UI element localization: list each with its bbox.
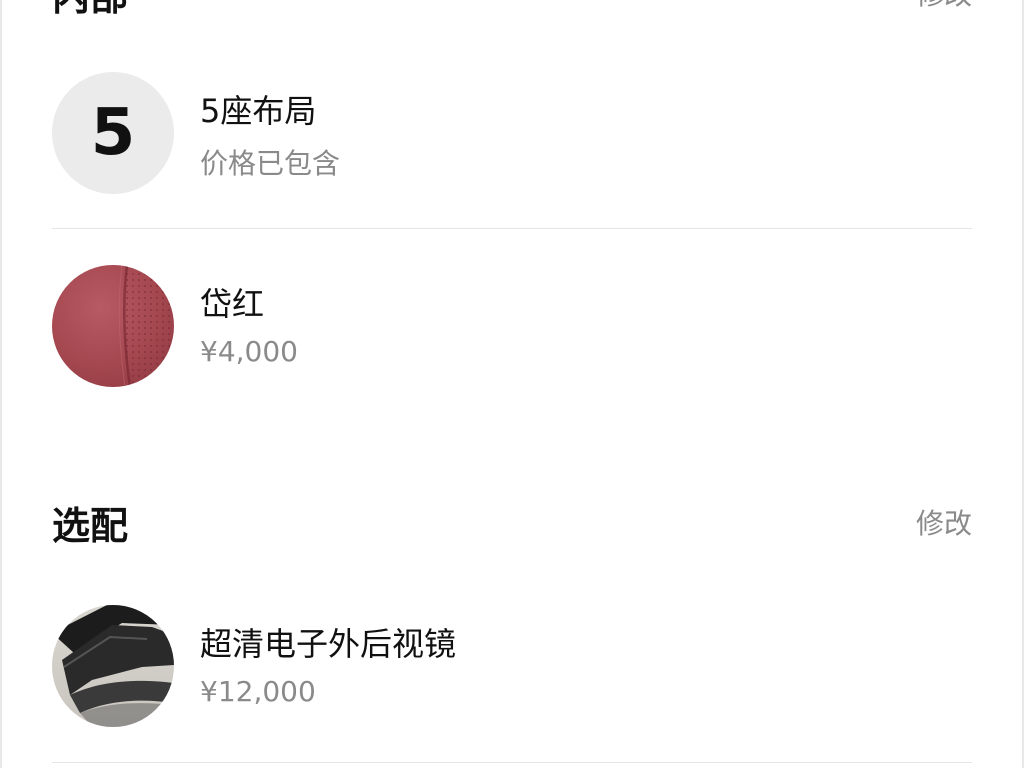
interior-color-item[interactable]: 岱红 ¥4,000 <box>52 265 972 389</box>
left-edge <box>0 0 2 768</box>
mirror-option-item[interactable]: 超清电子外后视镜 ¥12,000 <box>52 605 972 729</box>
seat-layout-price: 价格已包含 <box>200 147 341 180</box>
interior-section-header: 内部 修改 <box>52 0 972 21</box>
camera-mirror-icon <box>52 605 174 727</box>
interior-section-title: 内部 <box>52 0 128 21</box>
seat-count-badge: 5 <box>52 72 174 194</box>
divider <box>52 228 972 229</box>
interior-color-price: ¥4,000 <box>200 335 298 368</box>
options-edit-link[interactable]: 修改 <box>916 502 972 542</box>
leather-texture-icon <box>118 265 174 387</box>
seat-layout-item[interactable]: 5 5座布局 价格已包含 <box>52 72 972 196</box>
options-section-title: 选配 <box>52 503 129 548</box>
options-section-header: 选配 修改 <box>52 497 972 548</box>
mirror-option-name: 超清电子外后视镜 <box>200 625 457 663</box>
interior-color-name: 岱红 <box>200 285 265 323</box>
mirror-option-price: ¥12,000 <box>200 675 316 708</box>
mirror-option-image <box>52 605 174 727</box>
config-summary-page: 内部 修改 5 5座布局 价格已包含 岱红 ¥4,000 <box>0 0 1024 768</box>
seat-count-number: 5 <box>90 96 136 170</box>
seat-layout-name: 5座布局 <box>200 92 317 130</box>
interior-edit-link[interactable]: 修改 <box>916 0 972 13</box>
divider <box>52 762 972 763</box>
leather-swatch-image <box>52 265 174 387</box>
